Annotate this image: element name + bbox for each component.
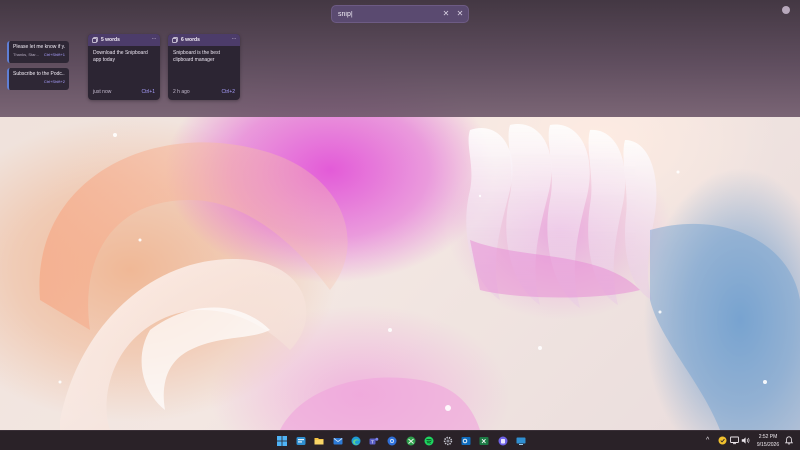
copy-icon [172,37,178,43]
clip-card[interactable]: 5 words ··· Download the Snipboard app t… [88,34,160,100]
search-input[interactable] [338,7,438,21]
copy-icon [92,37,98,43]
clip-card[interactable]: 6 words ··· Snipboard is the best clipbo… [168,34,240,100]
remote-desktop-icon[interactable] [515,435,526,446]
clip-shortcut: Ctrl+1 [141,89,155,95]
show-hidden-icons-chevron-icon[interactable]: ^ [706,435,709,446]
edge-icon[interactable] [350,435,361,446]
pinned-clip-item[interactable]: Please let me know if y... Thanks, Star.… [7,41,69,63]
clock-date: 9/15/2026 [756,442,780,448]
window-control-dot[interactable] [782,6,790,14]
pinned-clip-shortcut: Ctrl+Shift+1 [43,52,65,57]
clip-word-count: 5 words [101,37,120,43]
volume-icon[interactable] [741,436,750,445]
widgets-icon[interactable] [295,435,306,446]
clip-text: Download the Snipboard app today [93,50,148,63]
teams-icon[interactable]: T [368,435,379,446]
clip-shortcut: Ctrl+2 [221,89,235,95]
notification-bell-icon[interactable] [785,436,793,445]
clear-search-icon[interactable]: ✕ [439,7,453,21]
pinned-clip-item[interactable]: Subscribe to the Podc... Ctrl+Shift+2 [7,68,69,90]
pinned-clip-shortcut: Ctrl+Shift+2 [43,79,65,84]
excel-icon[interactable] [478,435,489,446]
pinned-clip-title: Please let me know if y... [13,44,65,50]
clip-text: Snipboard is the best clipboard manager [173,50,220,63]
xbox-icon[interactable] [405,435,416,446]
search-box[interactable]: ✕ ✕ [331,5,469,23]
mail-icon[interactable] [332,435,343,446]
clock-time: 2:52 PM [758,434,778,440]
outlook-icon[interactable] [460,435,471,446]
snipboard-icon[interactable] [497,435,508,446]
more-options-icon[interactable]: ··· [232,36,237,42]
clipboard-manager-panel: ✕ ✕ Please let me know if y... Thanks, S… [0,0,800,117]
clip-card-header: 6 words ··· [168,34,240,46]
more-options-icon[interactable]: ··· [152,36,157,42]
windows-start-icon[interactable] [276,435,287,446]
svg-text:T: T [371,439,374,444]
file-explorer-icon[interactable] [313,435,324,446]
system-clock[interactable]: 2:52 PM 9/15/2026 [753,433,783,449]
chrome-icon[interactable] [386,435,397,446]
pinned-clip-title: Subscribe to the Podc... [13,71,65,77]
security-shield-icon[interactable] [718,436,727,445]
close-icon[interactable]: ✕ [453,7,467,21]
pinned-clip-subtitle: Thanks, Star... [13,52,39,57]
clip-card-header: 5 words ··· [88,34,160,46]
clip-timestamp: 2 h ago [173,89,190,95]
clip-word-count: 6 words [181,37,200,43]
taskbar: T ^ 2:52 PM 9/15/2026 [0,430,800,450]
clip-timestamp: just now [93,89,112,95]
spotify-icon[interactable] [423,435,434,446]
settings-icon[interactable] [442,435,453,446]
display-icon[interactable] [730,436,739,445]
